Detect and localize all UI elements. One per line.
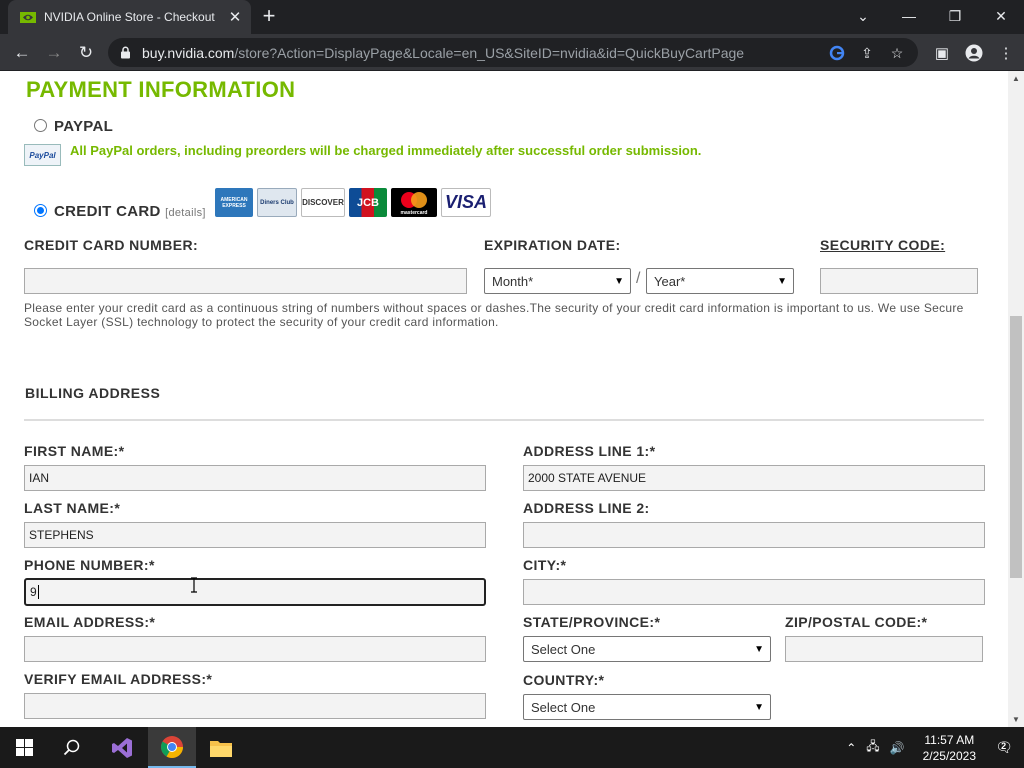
last-name-label: LAST NAME:* [24, 500, 121, 516]
chevron-down-icon: ▼ [754, 643, 764, 655]
email-input[interactable] [24, 636, 486, 662]
jcb-logo: JCB [349, 188, 387, 217]
minimize-icon[interactable]: — [886, 0, 932, 32]
email-label: EMAIL ADDRESS:* [24, 614, 156, 630]
url-text: buy.nvidia.com/store?Action=DisplayPage&… [142, 44, 745, 61]
chevron-down-icon: ▼ [614, 275, 624, 287]
paypal-label: PAYPAL [54, 118, 114, 135]
share-icon[interactable]: ⇪ [858, 44, 876, 62]
chevron-down-icon: ▼ [777, 275, 787, 287]
zip-input[interactable] [785, 636, 983, 662]
mastercard-logo: mastercard [391, 188, 437, 217]
back-icon[interactable]: ← [10, 41, 34, 65]
address-bar[interactable]: buy.nvidia.com/store?Action=DisplayPage&… [108, 38, 918, 67]
phone-label: PHONE NUMBER:* [24, 557, 155, 573]
windows-taskbar: ⌃ 🖧 🔊 11:57 AM 2/25/2023 🗨 2 [0, 727, 1024, 768]
city-label: CITY:* [523, 557, 567, 573]
nvidia-favicon-icon [20, 11, 36, 23]
forward-icon[interactable]: → [42, 41, 66, 65]
card-logos: AMERICAN EXPRESS Diners Club DISCOVER JC… [215, 188, 491, 217]
checkout-page: PAYMENT INFORMATION PAYPAL PayPal All Pa… [0, 71, 1008, 727]
details-link[interactable]: details [168, 207, 202, 219]
tab-title: NVIDIA Online Store - Checkout [44, 10, 215, 24]
security-code-label[interactable]: SECURITY CODE: [820, 237, 945, 253]
state-label: STATE/PROVINCE:* [523, 614, 661, 630]
notification-center-icon[interactable]: 🗨 2 [984, 727, 1024, 768]
first-name-label: FIRST NAME:* [24, 443, 125, 459]
phone-input[interactable]: 9 [24, 578, 486, 606]
close-window-icon[interactable]: ✕ [978, 0, 1024, 32]
discover-logo: DISCOVER [301, 188, 345, 217]
chrome-taskbar-icon[interactable] [148, 727, 196, 768]
city-input[interactable] [523, 579, 985, 605]
scroll-down-icon[interactable]: ▼ [1012, 715, 1020, 724]
paypal-radio[interactable] [34, 119, 47, 132]
windows-start-icon[interactable] [0, 727, 48, 768]
card-number-input[interactable] [24, 268, 467, 294]
expiration-label: EXPIRATION DATE: [484, 237, 621, 253]
side-panel-icon[interactable]: ▣ [930, 41, 954, 65]
first-name-input[interactable]: IAN [24, 465, 486, 491]
profile-icon[interactable] [962, 41, 986, 65]
credit-card-label: CREDIT CARD [details] [54, 203, 206, 220]
show-hidden-icons-icon[interactable]: ⌃ [846, 741, 856, 755]
clock[interactable]: 11:57 AM 2/25/2023 [923, 732, 976, 764]
credit-card-radio[interactable] [34, 204, 47, 217]
browser-tab-active[interactable]: NVIDIA Online Store - Checkout ✕ [8, 0, 251, 34]
country-label: COUNTRY:* [523, 672, 605, 688]
new-tab-icon[interactable]: + [258, 5, 280, 28]
file-explorer-icon[interactable] [197, 727, 245, 768]
chevron-down-icon: ▼ [754, 701, 764, 713]
lock-icon[interactable] [118, 46, 132, 60]
paypal-logo: PayPal [24, 144, 61, 166]
scroll-up-icon[interactable]: ▲ [1012, 74, 1020, 83]
verify-email-input[interactable] [24, 693, 486, 719]
clock-time: 11:57 AM [924, 732, 975, 747]
reload-icon[interactable]: ↻ [74, 41, 98, 65]
expiration-slash: / [636, 270, 641, 287]
billing-heading: BILLING ADDRESS [25, 385, 161, 401]
zip-label: ZIP/POSTAL CODE:* [785, 614, 928, 630]
amex-logo: AMERICAN EXPRESS [215, 188, 253, 217]
visual-studio-icon[interactable] [98, 727, 146, 768]
year-select[interactable]: Year* ▼ [646, 268, 794, 294]
google-icon[interactable] [828, 44, 846, 62]
tab-close-icon[interactable]: ✕ [227, 8, 243, 26]
visa-logo: VISA [441, 188, 491, 217]
month-select[interactable]: Month* ▼ [484, 268, 631, 294]
state-select[interactable]: Select One ▼ [523, 636, 771, 662]
restore-icon[interactable]: ❐ [932, 0, 978, 32]
diners-club-logo: Diners Club [257, 188, 297, 217]
volume-icon[interactable]: 🔊 [890, 741, 905, 755]
card-security-note: Please enter your credit card as a conti… [24, 301, 964, 329]
country-select[interactable]: Select One ▼ [523, 694, 771, 720]
scrollbar-thumb[interactable] [1010, 316, 1022, 578]
verify-email-label: VERIFY EMAIL ADDRESS:* [24, 671, 213, 687]
browser-toolbar: ← → ↻ buy.nvidia.com/store?Action=Displa… [0, 34, 1024, 71]
address1-label: ADDRESS LINE 1:* [523, 443, 656, 459]
bookmark-star-icon[interactable]: ☆ [888, 44, 906, 62]
billing-divider [24, 419, 984, 421]
search-icon[interactable] [48, 727, 96, 768]
address2-label: ADDRESS LINE 2: [523, 500, 650, 516]
payment-heading: PAYMENT INFORMATION [26, 77, 296, 102]
tab-search-chevron-icon[interactable]: ⌄ [840, 0, 886, 32]
last-name-input[interactable]: STEPHENS [24, 522, 486, 548]
card-number-label: CREDIT CARD NUMBER: [24, 237, 199, 253]
menu-kebab-icon[interactable]: ⋮ [994, 41, 1018, 65]
page-scrollbar[interactable]: ▲ ▼ [1008, 71, 1024, 727]
address1-input[interactable]: 2000 STATE AVENUE [523, 465, 985, 491]
clock-date: 2/25/2023 [922, 748, 976, 763]
notification-count: 2 [1001, 741, 1007, 751]
security-code-input[interactable] [820, 268, 978, 294]
network-icon[interactable]: 🖧 [866, 737, 879, 758]
paypal-note: All PayPal orders, including preorders w… [70, 143, 702, 158]
svg-text:mastercard: mastercard [401, 210, 428, 216]
text-cursor-icon [189, 577, 199, 593]
browser-tab-strip: NVIDIA Online Store - Checkout ✕ + ⌄ — ❐… [0, 0, 1024, 34]
address2-input[interactable] [523, 522, 985, 548]
